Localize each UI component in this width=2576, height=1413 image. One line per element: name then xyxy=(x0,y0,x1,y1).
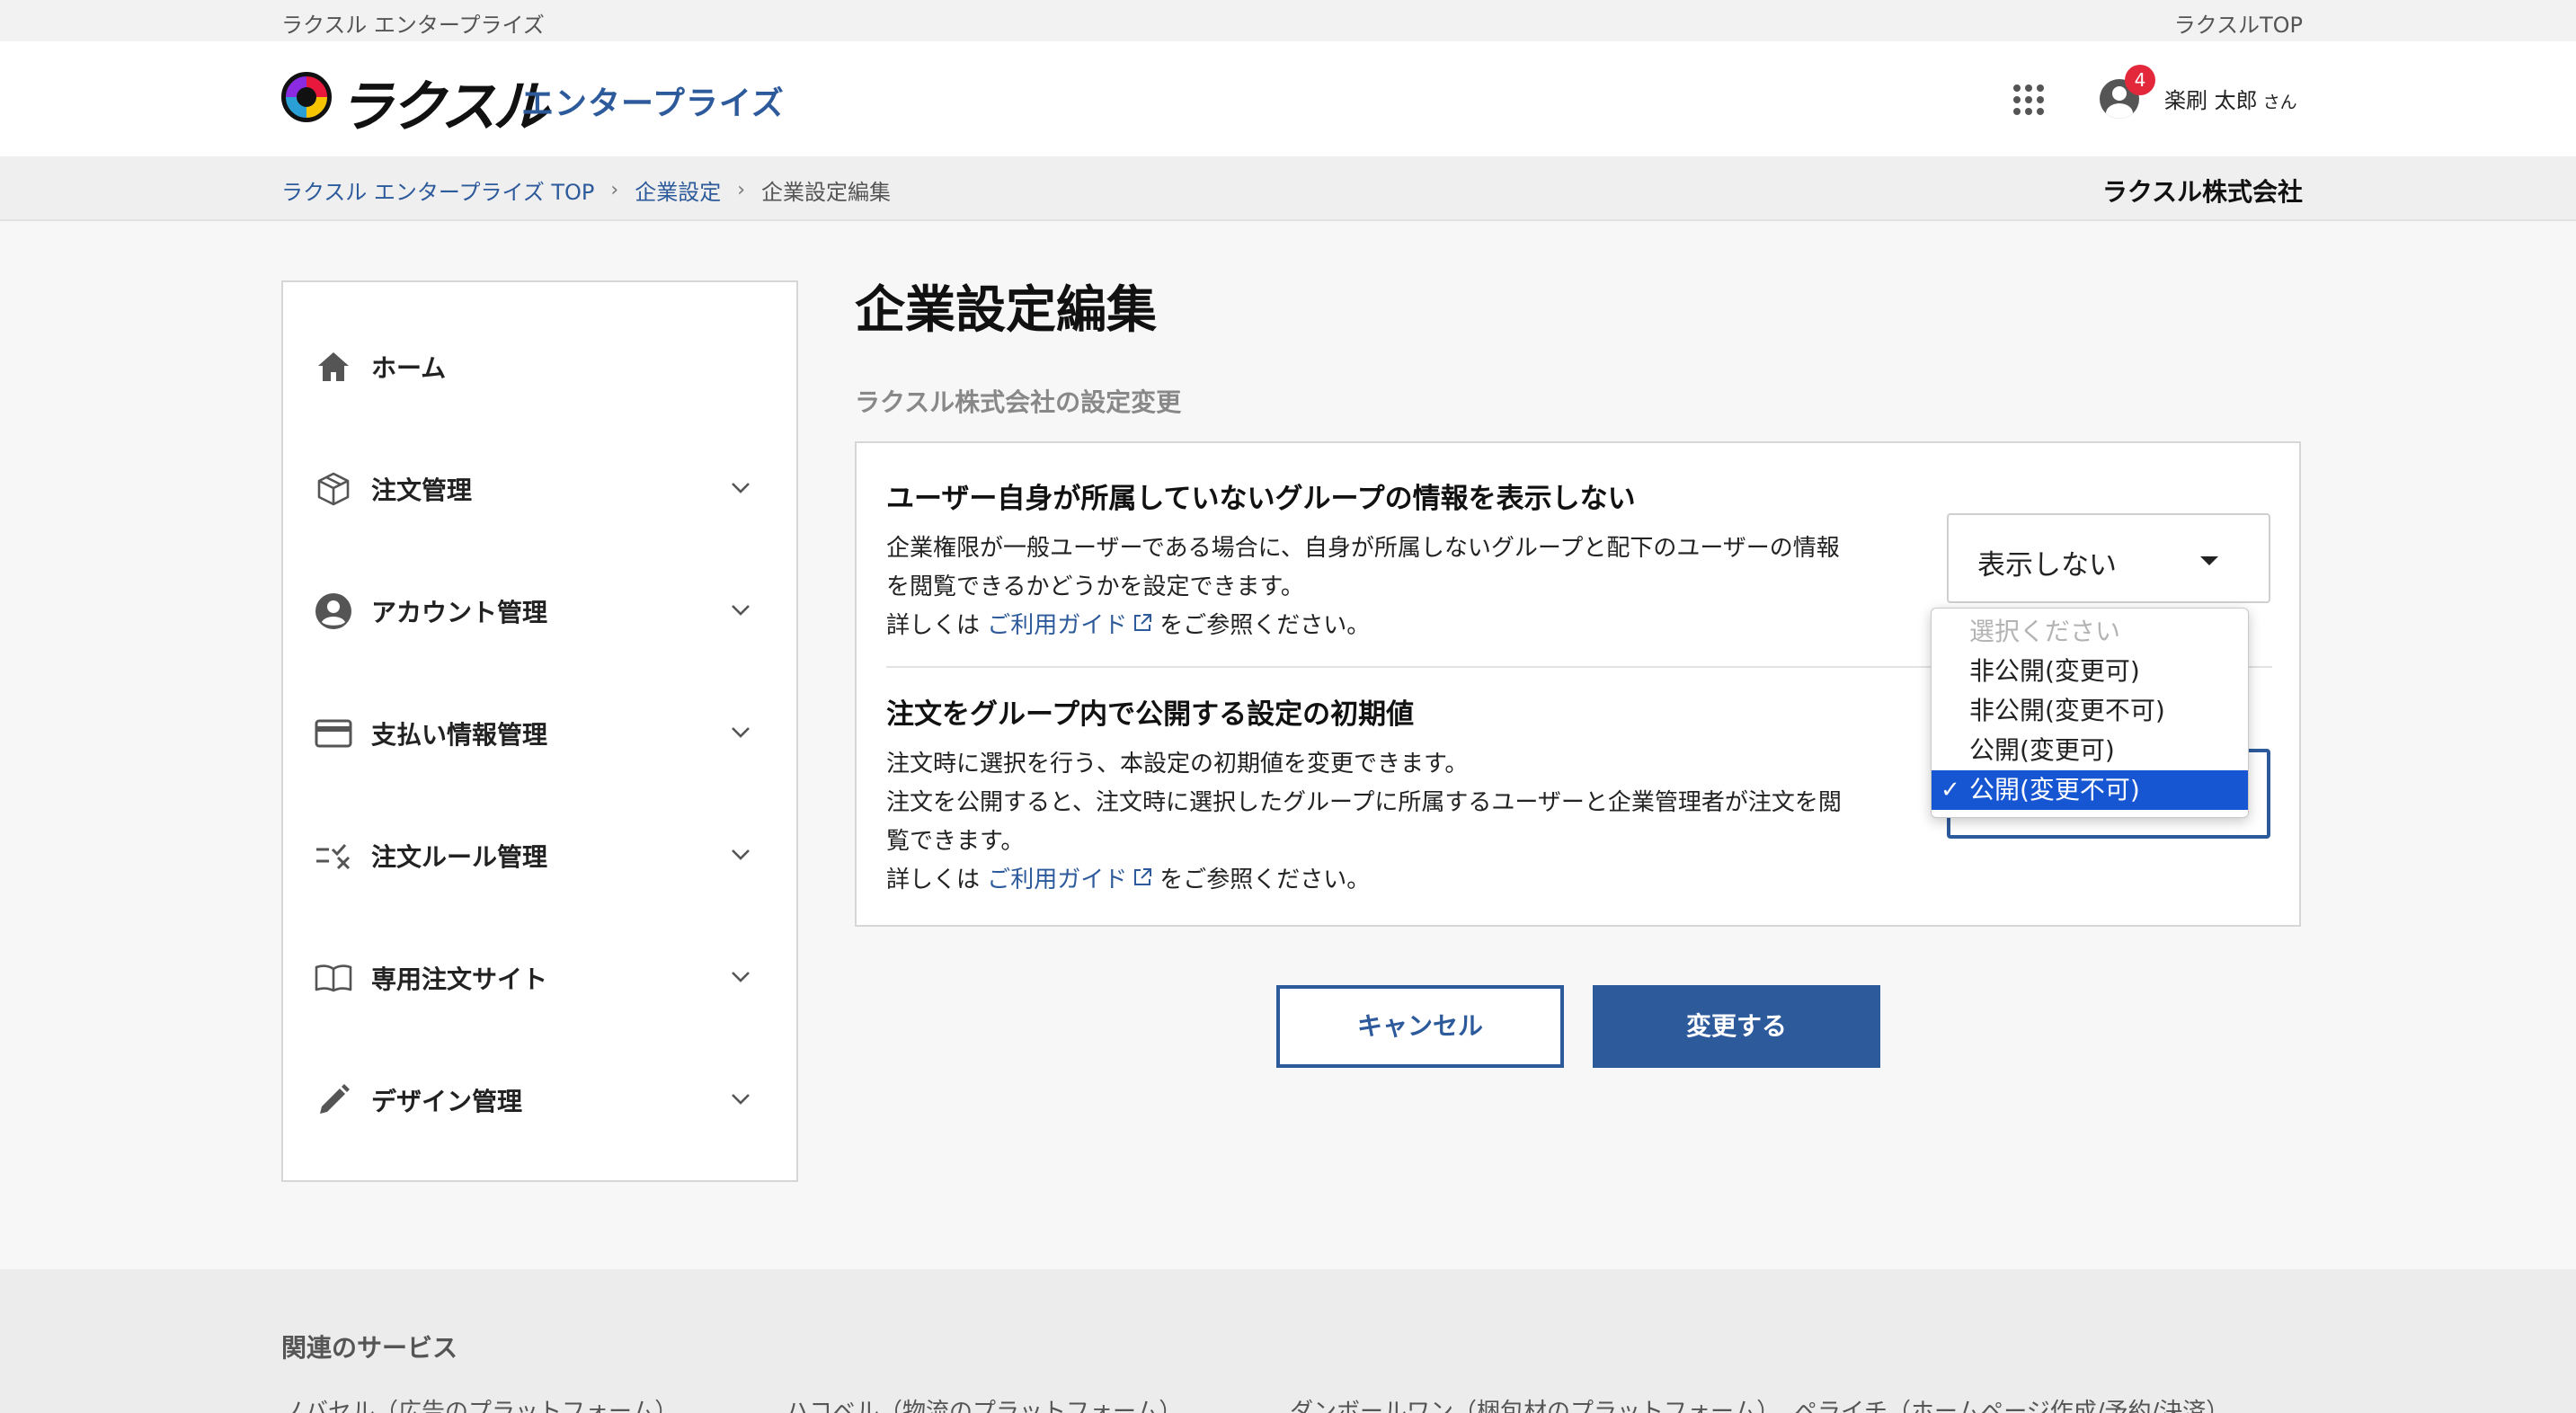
logo-mark-icon[interactable] xyxy=(281,72,332,122)
chevron-down-icon[interactable] xyxy=(727,597,754,624)
description-line: 注文を公開すると、注文時に選択したグループに所属するユーザーと企業管理者が注文を… xyxy=(886,789,1842,816)
apps-grid-icon[interactable] xyxy=(2013,84,2044,115)
page-title: 企業設定編集 xyxy=(855,281,1157,340)
sidebar-item-label: 専用注文サイト xyxy=(371,964,548,994)
sidebar-item-payment[interactable]: 支払い情報管理 xyxy=(314,706,772,760)
sidebar-item-home[interactable]: ホーム xyxy=(314,340,772,394)
sidebar-item-accounts[interactable]: アカウント管理 xyxy=(314,584,772,638)
section-description: 注文時に選択を行う、本設定の初期値を変更できます。 注文を公開すると、注文時に選… xyxy=(886,745,1920,900)
guide-suffix: をご参照ください。 xyxy=(1159,612,1371,639)
account-icon xyxy=(314,591,353,631)
footer-title: 関連のサービス xyxy=(281,1333,458,1363)
sidebar-item-label: アカウント管理 xyxy=(371,598,548,627)
guide-line: 詳しくは ご利用ガイド をご参照ください。 xyxy=(886,861,1920,900)
sidebar-item-order-rules[interactable]: 注文ルール管理 xyxy=(314,829,772,883)
sidebar-nav: ホーム 注文管理 アカウント管理 支払い情報管理 注文ルール管理 専用注文サイト… xyxy=(281,280,798,1182)
sidebar-item-label: ホーム xyxy=(371,353,447,383)
home-icon xyxy=(314,347,353,387)
sidebar-item-orders[interactable]: 注文管理 xyxy=(314,462,772,516)
breadcrumb-item-top[interactable]: ラクスル エンタープライズ TOP xyxy=(281,174,594,206)
cancel-button[interactable]: キャンセル xyxy=(1276,985,1564,1068)
breadcrumb-separator-icon: › xyxy=(737,179,746,201)
dropdown-option-placeholder: 選択ください xyxy=(1969,617,2121,646)
logo-subtitle[interactable]: エンタープライズ xyxy=(521,77,785,124)
order-visibility-dropdown[interactable]: 選択ください 非公開(変更可) 非公開(変更不可) 公開(変更可) ✓ 公開(変… xyxy=(1931,608,2249,818)
raksul-top-link[interactable]: ラクスルTOP xyxy=(2174,7,2303,39)
external-link-icon[interactable] xyxy=(1133,607,1152,645)
submit-button[interactable]: 変更する xyxy=(1593,985,1880,1068)
select-value: 表示しない xyxy=(1977,549,2117,582)
caret-down-icon xyxy=(2200,556,2218,565)
logo-text[interactable]: ラクスル xyxy=(338,61,548,142)
breadcrumb-item-current: 企業設定編集 xyxy=(761,180,892,205)
sidebar-item-dedicated-site[interactable]: 専用注文サイト xyxy=(314,951,772,1005)
guide-suffix: をご参照ください。 xyxy=(1159,866,1371,893)
checkmark-icon: ✓ xyxy=(1941,777,1960,804)
top-strip-title: ラクスル エンタープライズ xyxy=(281,13,545,38)
chevron-down-icon[interactable] xyxy=(727,475,754,502)
chevron-down-icon[interactable] xyxy=(727,841,754,868)
section-description: 企業権限が一般ユーザーである場合に、自身が所属しないグループと配下のユーザーの情… xyxy=(886,529,1920,645)
dropdown-option[interactable]: 非公開(変更可) xyxy=(1932,652,2248,691)
book-icon xyxy=(314,958,353,998)
sidebar-item-label: 注文ルール管理 xyxy=(371,842,548,872)
page-subtitle: ラクスル株式会社の設定変更 xyxy=(855,387,1182,417)
guide-line: 詳しくは ご利用ガイド をご参照ください。 xyxy=(886,607,1920,645)
breadcrumb: ラクスル エンタープライズ TOP › 企業設定 › 企業設定編集 xyxy=(281,174,891,206)
breadcrumb-bar: ラクスル エンタープライズ TOP › 企業設定 › 企業設定編集 ラクスル株式… xyxy=(0,156,2576,221)
sidebar-item-design[interactable]: デザイン管理 xyxy=(314,1073,772,1127)
description-line: を閲覧できるかどうかを設定できます。 xyxy=(886,573,1304,600)
footer-link-hacobell[interactable]: ハコベル（物流のプラットフォーム） xyxy=(786,1393,1182,1413)
user-suffix: さん xyxy=(2262,93,2297,112)
breadcrumb-separator-icon: › xyxy=(610,179,619,201)
chevron-down-icon[interactable] xyxy=(727,719,754,746)
user-name: 楽刷 太郎 xyxy=(2164,88,2258,113)
dropdown-option-selected[interactable]: ✓ 公開(変更不可) xyxy=(1932,770,2248,810)
box-icon xyxy=(314,469,353,509)
chevron-down-icon[interactable] xyxy=(727,964,754,991)
footer-link-danballone[interactable]: ダンボールワン（梱包材のプラットフォーム） xyxy=(1290,1393,1780,1413)
guide-prefix: 詳しくは xyxy=(886,866,981,893)
description-line: 覧できます。 xyxy=(886,828,1025,855)
user-guide-link[interactable]: ご利用ガイド xyxy=(987,866,1127,893)
dropdown-option[interactable]: 公開(変更可) xyxy=(1932,731,2248,770)
footer-link-novasell[interactable]: ノバセル（広告のプラットフォーム） xyxy=(281,1393,678,1413)
sidebar-item-label: 注文管理 xyxy=(371,475,473,505)
user-menu[interactable]: 楽刷 太郎 さん xyxy=(2164,83,2297,114)
external-link-icon[interactable] xyxy=(1133,861,1152,900)
section-title-hide-groups: ユーザー自身が所属していないグループの情報を表示しない xyxy=(886,483,1636,515)
top-strip: ラクスル エンタープライズ ラクスルTOP xyxy=(0,0,2576,41)
sidebar-item-label: 支払い情報管理 xyxy=(371,720,548,750)
site-header: ラクスル エンタープライズ 4 楽刷 太郎 さん xyxy=(0,41,2576,156)
sidebar-item-label: デザイン管理 xyxy=(371,1087,523,1116)
chevron-down-icon[interactable] xyxy=(727,1086,754,1113)
description-line: 注文時に選択を行う、本設定の初期値を変更できます。 xyxy=(886,751,1469,778)
dropdown-option-label: 公開(変更不可) xyxy=(1969,775,2140,804)
guide-prefix: 詳しくは xyxy=(886,612,981,639)
footer: 関連のサービス ノバセル（広告のプラットフォーム） ハコベル（物流のプラットフォ… xyxy=(0,1269,2576,1413)
section-title-order-visibility: 注文をグループ内で公開する設定の初期値 xyxy=(886,698,1415,731)
dropdown-option[interactable]: 非公開(変更不可) xyxy=(1932,691,2248,731)
notification-badge[interactable]: 4 xyxy=(2125,65,2155,95)
description-line: 企業権限が一般ユーザーである場合に、自身が所属しないグループと配下のユーザーの情… xyxy=(886,535,1840,562)
breadcrumb-item-company-settings[interactable]: 企業設定 xyxy=(635,174,721,206)
credit-card-icon xyxy=(314,714,353,753)
footer-link-peraichi[interactable]: ペライチ（ホームページ作成/予約/決済） xyxy=(1794,1393,2229,1413)
rule-check-icon xyxy=(314,836,353,875)
pencil-icon xyxy=(314,1080,353,1120)
user-guide-link[interactable]: ご利用ガイド xyxy=(987,612,1127,639)
company-name: ラクスル株式会社 xyxy=(2101,177,2303,207)
hide-groups-select[interactable]: 表示しない xyxy=(1947,513,2270,603)
